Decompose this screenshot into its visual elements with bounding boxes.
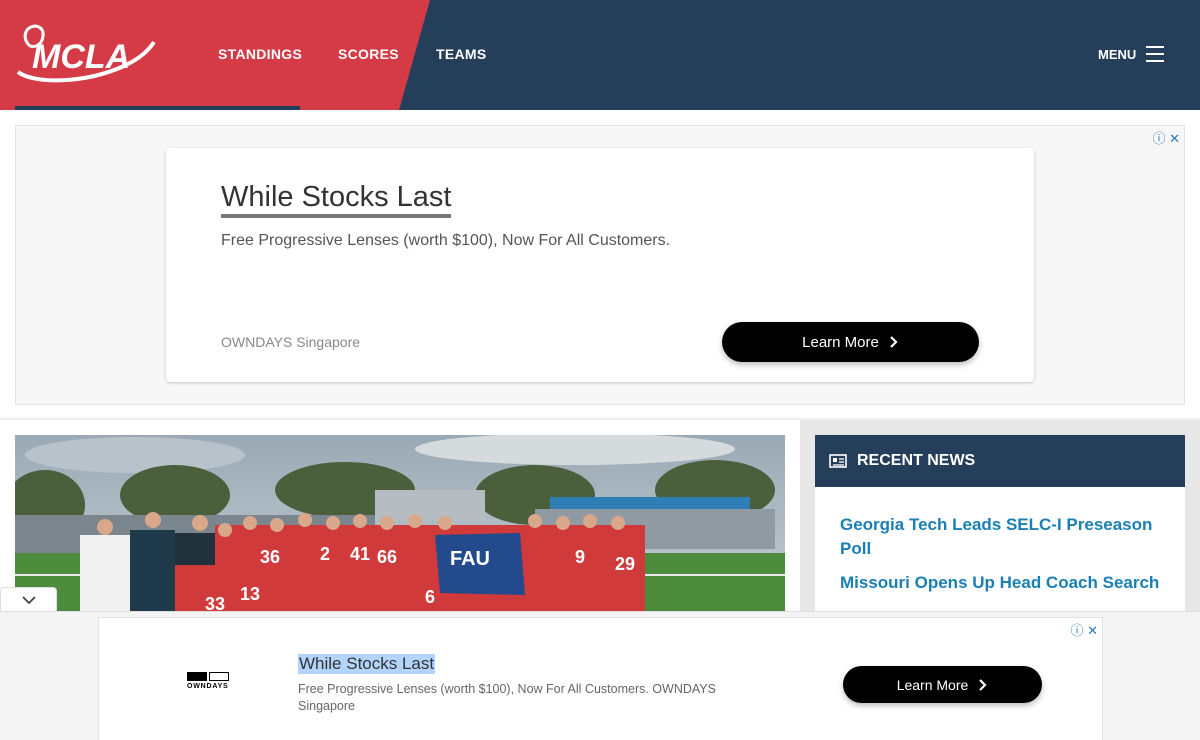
svg-text:9: 9 — [575, 547, 585, 567]
recent-news-header: RECENT NEWS — [815, 435, 1185, 487]
logo-text: MCLA — [32, 38, 130, 76]
team-photo-image: 36 2 41 66 9 29 1333 6 FAU — [15, 435, 785, 615]
adchoices-icon[interactable]: ⓘ — [1152, 131, 1165, 146]
ad-advertiser: OWNDAYS Singapore — [221, 334, 361, 350]
header-active-underline — [15, 106, 300, 110]
menu-button[interactable]: MENU — [1098, 46, 1165, 62]
adchoices-icon[interactable]: ⓘ — [1070, 623, 1083, 638]
sticky-bottom-ad: ⓘ ✕ OWNDAYS While Stocks Last Free Progr… — [0, 611, 1200, 740]
newspaper-icon — [829, 454, 847, 468]
featured-team-photo[interactable]: 36 2 41 66 9 29 13 33 6 FAU — [15, 435, 785, 615]
ad-button-label: Learn More — [802, 333, 879, 351]
ad-card[interactable]: While Stocks Last Free Progressive Lense… — [166, 148, 1034, 382]
svg-text:FAU: FAU — [450, 548, 490, 570]
top-advertisement: ⓘ ✕ While Stocks Last Free Progressive L… — [15, 125, 1185, 405]
ad-info-close-icons[interactable]: ⓘ ✕ — [1070, 620, 1098, 639]
ad-close-icon[interactable]: ✕ — [1087, 623, 1098, 638]
nav-scores[interactable]: SCORES — [338, 46, 399, 62]
hamburger-icon — [1146, 46, 1165, 62]
owndays-logo: OWNDAYS — [187, 672, 231, 690]
svg-text:36: 36 — [260, 547, 280, 567]
recent-news-widget: RECENT NEWS Georgia Tech Leads SELC-I Pr… — [815, 435, 1185, 615]
ad-headline[interactable]: While Stocks Last — [221, 180, 452, 218]
recent-news-title: RECENT NEWS — [857, 452, 976, 469]
owndays-logo-text: OWNDAYS — [187, 683, 229, 690]
svg-text:41: 41 — [350, 544, 370, 564]
news-item-link[interactable]: Missouri Opens Up Head Coach Search — [840, 571, 1160, 595]
nav-teams[interactable]: TEAMS — [436, 46, 487, 62]
chevron-down-icon — [21, 596, 36, 605]
svg-text:29: 29 — [615, 554, 635, 574]
ad-learn-more-button[interactable]: Learn More — [843, 666, 1042, 703]
ad-info-close-icons[interactable]: ⓘ ✕ — [1152, 128, 1180, 147]
svg-text:6: 6 — [425, 587, 435, 607]
chevron-right-icon — [890, 336, 898, 348]
ad-collapse-toggle[interactable] — [0, 587, 57, 613]
ad-headline[interactable]: While Stocks Last — [298, 654, 436, 674]
ad-description: Free Progressive Lenses (worth $100), No… — [221, 232, 671, 249]
bottom-ad-card[interactable]: ⓘ ✕ OWNDAYS While Stocks Last Free Progr… — [98, 617, 1103, 740]
nav-standings[interactable]: STANDINGS — [218, 46, 302, 62]
news-item-link[interactable]: Georgia Tech Leads SELC-I Preseason Poll — [840, 513, 1160, 561]
news-list: Georgia Tech Leads SELC-I Preseason Poll… — [815, 487, 1185, 595]
ad-description: Free Progressive Lenses (worth $100), No… — [298, 682, 716, 713]
ad-learn-more-button[interactable]: Learn More — [722, 322, 979, 362]
ad-close-icon[interactable]: ✕ — [1169, 131, 1180, 146]
svg-text:13: 13 — [240, 584, 260, 604]
menu-label: MENU — [1098, 46, 1137, 62]
ad-button-label: Learn More — [896, 676, 969, 693]
mcla-logo[interactable]: MCLA — [14, 22, 159, 86]
site-header: MCLA STANDINGS SCORES TEAMS MENU — [0, 0, 1200, 110]
chevron-right-icon — [979, 678, 987, 691]
svg-text:66: 66 — [377, 547, 397, 567]
svg-text:2: 2 — [320, 544, 330, 564]
